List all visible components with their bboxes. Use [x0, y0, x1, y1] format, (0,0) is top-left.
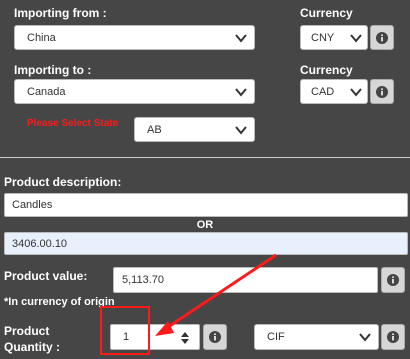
- annotation-arrow: [155, 253, 277, 336]
